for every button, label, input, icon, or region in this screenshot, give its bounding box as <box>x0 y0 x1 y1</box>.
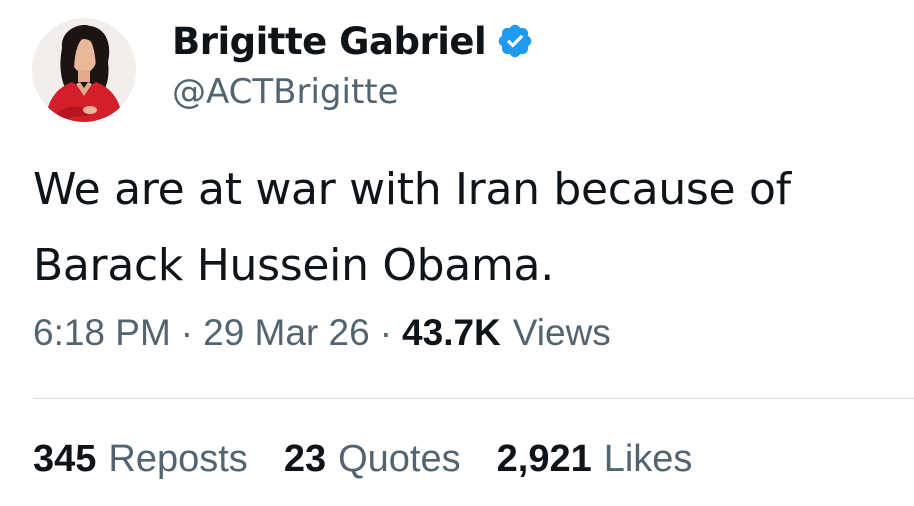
tweet-card: Brigitte Gabriel @ACTBrigitte We are at … <box>0 0 914 506</box>
tweet-text: We are at war with Iran because of Barac… <box>33 164 791 291</box>
display-name[interactable]: Brigitte Gabriel <box>172 20 487 63</box>
meta-separator: · <box>379 312 393 353</box>
tweet-header: Brigitte Gabriel @ACTBrigitte <box>32 18 892 128</box>
likes-count: 2,921 <box>496 438 592 480</box>
verified-badge-icon[interactable] <box>496 22 534 60</box>
author-handle[interactable]: @ACTBrigitte <box>172 72 534 112</box>
name-row: Brigitte Gabriel <box>172 18 534 64</box>
author-info: Brigitte Gabriel @ACTBrigitte <box>172 18 534 112</box>
avatar-image <box>32 18 136 122</box>
quotes-count: 23 <box>283 438 327 480</box>
views-count[interactable]: 43.7K <box>402 312 501 354</box>
reposts-count: 345 <box>33 438 97 480</box>
meta-separator: · <box>180 312 194 353</box>
tweet-time[interactable]: 6:18 PM <box>33 312 171 354</box>
engagement-stats: 345 Reposts 23 Quotes 2,921 Likes <box>33 438 728 481</box>
reposts-stat[interactable]: 345 Reposts <box>33 438 248 481</box>
views-label[interactable]: Views <box>513 312 611 354</box>
divider <box>33 398 914 399</box>
quotes-label: Quotes <box>338 438 461 480</box>
avatar[interactable] <box>32 18 136 122</box>
likes-stat[interactable]: 2,921 Likes <box>497 438 693 481</box>
likes-label: Likes <box>603 438 693 480</box>
quotes-stat[interactable]: 23 Quotes <box>284 438 461 481</box>
tweet-date[interactable]: 29 Mar 26 <box>203 312 370 354</box>
tweet-meta: 6:18 PM · 29 Mar 26 · 43.7K Views <box>33 312 611 354</box>
reposts-label: Reposts <box>108 438 248 480</box>
